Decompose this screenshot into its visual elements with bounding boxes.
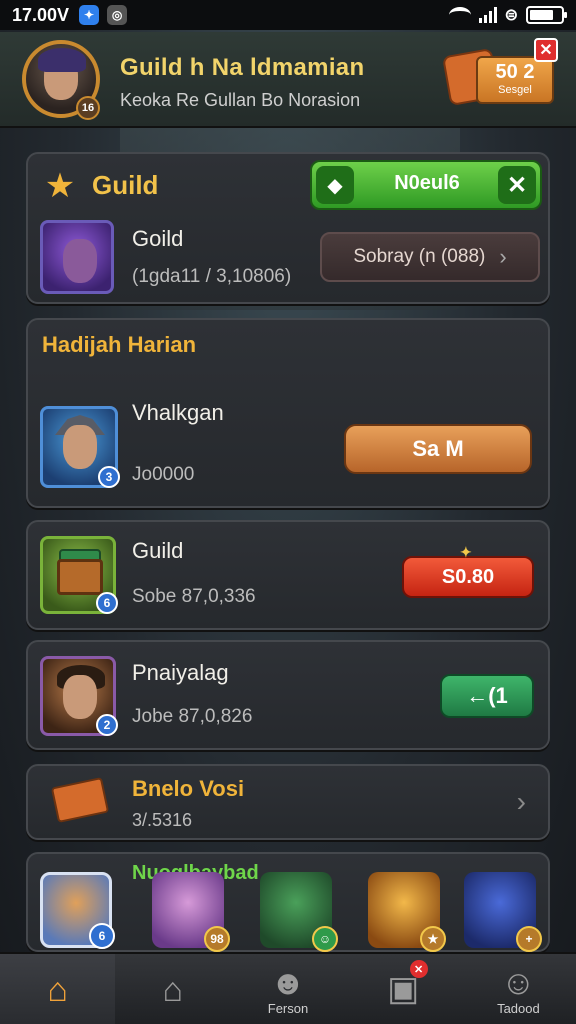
home-icon: ⌂ [47, 971, 68, 1009]
arrow-left-icon[interactable]: ◆ [316, 166, 354, 204]
guild-action-bar[interactable]: ◆ N0eul6 ✕ [310, 160, 542, 210]
chevron-right-icon: › [499, 244, 507, 269]
chest-icon [57, 559, 103, 595]
character-slot-5[interactable]: + [464, 872, 542, 952]
level-badge: 16 [76, 96, 100, 120]
character-row: Nuoglbaybad 6 98 ☺ ★ + [26, 852, 550, 952]
character-slot-2[interactable]: 98 [152, 872, 230, 952]
character-badge: ☺ [312, 926, 338, 952]
reward-value: 50 2 [495, 61, 535, 83]
clock: 17.00V [12, 4, 70, 25]
character-slot-1[interactable]: 6 [40, 872, 115, 949]
nav-home[interactable]: ⌂ [0, 954, 116, 1024]
character-face [63, 675, 97, 719]
guild-emblem[interactable] [40, 220, 114, 294]
hero-badge: 3 [98, 466, 120, 488]
reward-item-sub: Jo0000 [132, 464, 195, 485]
summary-button[interactable]: Sobray (n (088) › [320, 232, 540, 282]
reward-popup[interactable]: 50 2 Sesgel ✕ [442, 38, 558, 108]
character-badge: ★ [420, 926, 446, 952]
sparkle-icon: ✦ [460, 544, 472, 560]
daily-reward-panel: Hadijah Harian 3 Vhalkgan Jo0000 Sa M [26, 318, 550, 508]
bonus-sub: 3/.5316 [132, 810, 193, 830]
reward-subtitle: Sesgel [498, 84, 532, 96]
castle-icon: ⌂ [162, 971, 184, 1009]
chevron-right-icon: › [516, 786, 526, 817]
messenger-icon: ✦ [79, 5, 100, 25]
character-badge: 98 [204, 926, 230, 952]
reward-panel: 50 2 Sesgel [476, 56, 554, 104]
wifi-icon [448, 7, 471, 23]
guild-member-stats: (1gda11 / 3,10806) [132, 266, 292, 287]
character-slot-4[interactable]: ★ [368, 872, 446, 952]
guild-reward-name: Guild [132, 538, 184, 563]
buy-button-label: S0.80 [441, 565, 495, 588]
ticket-icon [50, 776, 110, 824]
claim-button[interactable]: Sa M [344, 424, 532, 474]
reward-item-name: Vhalkgan [132, 400, 224, 425]
buy-button[interactable]: ✦ S0.80 [402, 544, 534, 598]
guild-member-name: Goild [132, 226, 184, 251]
hero-badge: 2 [96, 714, 118, 736]
character-face [63, 425, 97, 469]
nav-chat[interactable]: ▣ ✕ [346, 954, 461, 1024]
bonus-title: Bnelo Vosi [132, 776, 245, 801]
vibrate-icon: ⊜ [504, 7, 518, 24]
hero-reward-name: Pnaiyalag [132, 660, 229, 685]
nav-face-label: Tadood [497, 1000, 540, 1016]
character-slot-3[interactable]: ☺ [260, 872, 338, 952]
face-icon: ☺ [501, 963, 536, 1002]
battery-icon [526, 6, 567, 24]
guild-reward-row: 6 Guild Sobe 87,0,336 ✦ S0.80 [26, 520, 550, 630]
settings-app-icon: ◎ [107, 5, 128, 25]
nav-castle[interactable]: ⌂ [115, 954, 230, 1024]
avatar-hair [38, 48, 86, 72]
status-bar: 17.00V ✦ ◎ ⊜ [0, 0, 576, 30]
close-icon[interactable]: ✕ [534, 38, 558, 62]
guild-action-label: N0eul6 [394, 172, 460, 194]
chest-badge: 6 [96, 592, 118, 614]
character-badge: + [516, 926, 542, 952]
summary-button-label: Sobray (n (088) [353, 246, 486, 267]
guild-title: Guild [92, 170, 159, 200]
hero-reward-sub: Jobe 87,0,826 [132, 706, 253, 727]
signal-icon [478, 7, 497, 23]
nav-person[interactable]: ☻ Ferson [230, 954, 345, 1024]
guild-reward-sub: Sobe 87,0,336 [132, 586, 256, 607]
daily-reward-title: Hadijah Harian [42, 332, 197, 357]
bonus-row[interactable]: Bnelo Vosi 3/.5316 › [26, 764, 550, 840]
nav-person-label: Ferson [267, 1000, 309, 1016]
bottom-navigation: ⌂ ⌂ ☻ Ferson ▣ ✕ ☺ Tadood [0, 952, 576, 1024]
character-face [63, 239, 97, 283]
character-badge: 6 [89, 923, 115, 949]
collect-button[interactable]: ←(1 [440, 674, 534, 718]
star-icon: ★ [44, 167, 76, 205]
close-icon[interactable]: ✕ [498, 166, 536, 204]
person-icon: ☻ [270, 963, 306, 1002]
guild-panel: ★ Guild ◆ N0eul6 ✕ Goild (1gda11 / 3,108… [26, 152, 550, 304]
page-title: Guild h Na ldmamian [120, 54, 365, 81]
guild-header: 16 Guild h Na ldmamian Keoka Re Gullan B… [0, 32, 576, 128]
hero-reward-row: 2 Pnaiyalag Jobe 87,0,826 ←(1 [26, 640, 550, 750]
page-subtitle: Keoka Re Gullan Bo Norasion [120, 90, 361, 110]
nav-face[interactable]: ☺ Tadood [461, 954, 576, 1024]
alert-icon: ✕ [409, 960, 428, 978]
